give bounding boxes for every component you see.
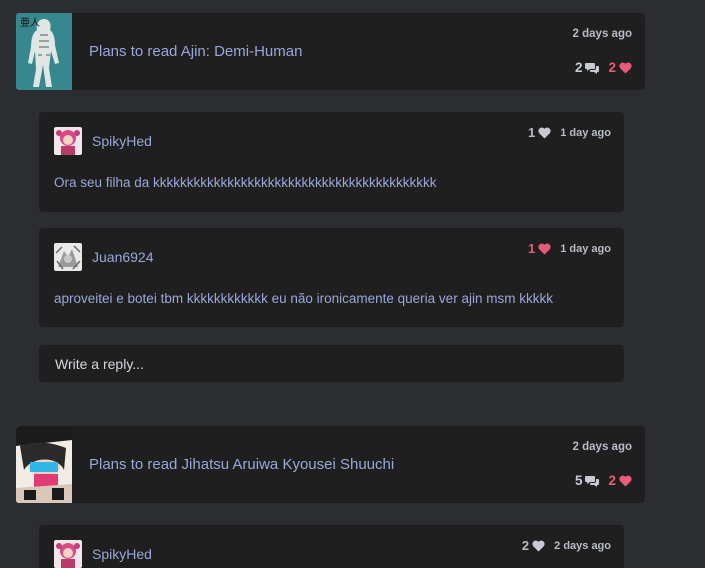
avatar[interactable] [54,127,82,155]
heart-icon [619,62,632,73]
avatar[interactable] [54,243,82,271]
manga-cover-jihatsu[interactable] [16,426,72,503]
heart-icon [538,127,551,138]
reply-count: 5 [574,473,583,488]
reply-time: 2 days ago [554,539,611,552]
activity-time: 2 days ago [572,441,632,453]
reply-meta: 2 2 days ago [522,538,611,553]
reply-card: Juan6924 1 1 day ago aproveitei e botei … [39,228,624,327]
like-button[interactable]: 2 [608,473,632,488]
reply-like-count: 1 [528,125,536,140]
reply-input[interactable] [39,345,624,382]
reply-text: Ora seu filha da kkkkkkkkkkkkkkkkkkkkkkk… [54,175,437,190]
reply-count-button[interactable]: 5 [575,473,601,488]
reply-text: aproveitei e botei tbm kkkkkkkkkkkk eu n… [54,291,553,306]
comments-icon [585,62,600,74]
reply-username[interactable]: Juan6924 [92,249,154,265]
activity-time: 2 days ago [572,28,632,40]
reply-username[interactable]: SpikyHed [92,133,152,149]
reply-time: 1 day ago [560,126,611,139]
reply-meta: 1 1 day ago [528,125,611,140]
activity-actions: 2 2 [575,60,632,75]
reply-card: SpikyHed 1 1 day ago Ora seu filha da kk… [39,112,624,212]
reply-like-button[interactable]: 1 [528,241,551,256]
reply-like-button[interactable]: 1 [528,125,551,140]
activity-card: Plans to read Jihatsu Aruiwa Kyousei Shu… [16,426,645,503]
reply-time: 1 day ago [560,242,611,255]
reply-card: SpikyHed 2 2 days ago [39,525,624,568]
reply-like-count: 1 [528,241,536,256]
like-count: 2 [608,60,616,75]
comments-icon [585,475,600,487]
activity-actions: 5 2 [575,473,632,488]
reply-count-button[interactable]: 2 [575,60,601,75]
reply-count: 2 [574,60,583,75]
like-count: 2 [608,473,616,488]
heart-icon [619,475,632,486]
heart-icon [538,243,551,254]
like-button[interactable]: 2 [608,60,632,75]
heart-icon [532,540,545,551]
activity-status-link[interactable]: Plans to read Jihatsu Aruiwa Kyousei Shu… [89,426,394,503]
reply-username[interactable]: SpikyHed [92,546,152,562]
activity-card: 亜人 Plans to read Ajin: Demi-Human 2 days… [16,13,645,90]
reply-like-count: 2 [521,538,530,553]
avatar[interactable] [54,540,82,568]
reply-like-button[interactable]: 2 [522,538,545,553]
svg-text:亜人: 亜人 [20,17,40,29]
activity-status-link[interactable]: Plans to read Ajin: Demi-Human [89,13,302,90]
manga-cover-ajin[interactable]: 亜人 [16,13,72,90]
activity-feed: 亜人 Plans to read Ajin: Demi-Human 2 days… [0,0,705,568]
reply-meta: 1 1 day ago [528,241,611,256]
